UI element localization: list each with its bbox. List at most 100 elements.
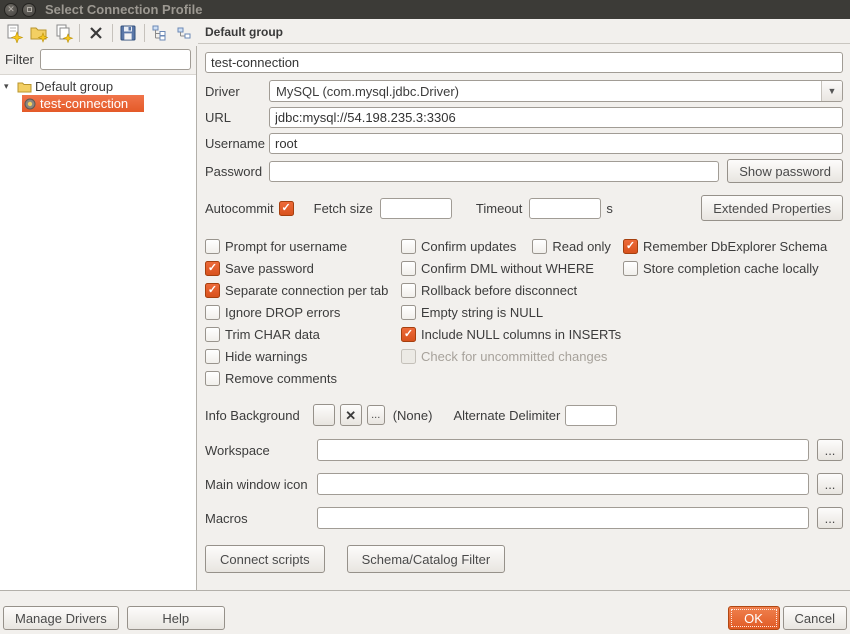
url-input[interactable]: [269, 107, 843, 128]
group-header: Default group: [198, 19, 850, 43]
checkbox-confirm-dml-without-where[interactable]: Confirm DML without WHERE: [401, 257, 623, 279]
workspace-input[interactable]: [317, 439, 809, 461]
password-input[interactable]: [269, 161, 719, 182]
new-profile-button[interactable]: [2, 21, 25, 44]
schema-catalog-filter-button[interactable]: Schema/Catalog Filter: [347, 545, 506, 573]
main-window-icon-input[interactable]: [317, 473, 809, 495]
checkbox-icon: [532, 239, 547, 254]
driver-select[interactable]: MySQL (com.mysql.jdbc.Driver) ▼: [269, 80, 843, 102]
tree-group-label: Default group: [35, 79, 113, 94]
close-button[interactable]: ✕: [4, 3, 18, 17]
checkbox-store-completion-cache[interactable]: Store completion cache locally: [623, 257, 843, 279]
main-window-icon-row: Main window icon ...: [205, 473, 843, 495]
profile-icon: [24, 98, 36, 110]
main-window-icon-browse-button[interactable]: ...: [817, 473, 843, 495]
fetch-size-label: Fetch size: [314, 201, 373, 216]
checkbox-prompt-for-username[interactable]: Prompt for username: [205, 235, 401, 257]
checkbox-rollback-before-disconnect[interactable]: Rollback before disconnect: [401, 279, 623, 301]
checkbox-read-only[interactable]: Read only: [532, 235, 611, 257]
workspace-browse-button[interactable]: ...: [817, 439, 843, 461]
window-title: Select Connection Profile: [45, 2, 202, 17]
delete-profile-button[interactable]: [84, 21, 107, 44]
checkbox-save-password[interactable]: Save password: [205, 257, 401, 279]
folder-icon: [17, 81, 32, 93]
username-label: Username: [205, 136, 269, 151]
filter-input[interactable]: [40, 49, 191, 70]
password-row: Password Show password: [205, 159, 843, 183]
copy-profile-button[interactable]: [52, 21, 75, 44]
chevron-down-icon[interactable]: ▼: [821, 81, 842, 101]
timeout-input[interactable]: [529, 198, 601, 219]
autocommit-label: Autocommit: [205, 201, 274, 216]
checkbox-include-null-columns[interactable]: Include NULL columns in INSERTs: [401, 323, 623, 345]
checkbox-icon: [205, 371, 220, 386]
checkbox-trim-char-data[interactable]: Trim CHAR data: [205, 323, 401, 345]
checkbox-icon: [205, 261, 220, 276]
ok-button[interactable]: OK: [728, 606, 780, 630]
checkbox-ignore-drop-errors[interactable]: Ignore DROP errors: [205, 301, 401, 323]
maximize-button[interactable]: [22, 3, 36, 17]
filter-row: Filter: [0, 46, 196, 74]
show-password-button[interactable]: Show password: [727, 159, 843, 183]
delete-icon: [87, 24, 105, 42]
new-group-button[interactable]: [27, 21, 50, 44]
tree-item-test-connection[interactable]: test-connection: [0, 95, 196, 112]
driver-value: MySQL (com.mysql.jdbc.Driver): [270, 84, 821, 99]
dialog-footer: Manage Drivers Help OK Cancel: [0, 590, 850, 634]
driver-label: Driver: [205, 84, 269, 99]
toolbar-separator: [79, 24, 80, 42]
alternate-delimiter-input[interactable]: [565, 405, 617, 426]
collapse-all-icon: [176, 24, 194, 42]
timeout-label: Timeout: [476, 201, 522, 216]
macros-browse-button[interactable]: ...: [817, 507, 843, 529]
checkbox-icon: [401, 283, 416, 298]
checkbox-empty-string-is-null[interactable]: Empty string is NULL: [401, 301, 623, 323]
url-row: URL: [205, 107, 843, 128]
expand-groups-button[interactable]: [149, 21, 172, 44]
tree-item-label: test-connection: [40, 96, 128, 111]
profile-tree: ▾ Default group test-connection: [0, 74, 196, 590]
username-row: Username: [205, 133, 843, 154]
main-window-icon-label: Main window icon: [205, 477, 313, 492]
autocommit-checkbox[interactable]: Autocommit: [205, 197, 294, 219]
alternate-delimiter-label: Alternate Delimiter: [453, 408, 560, 423]
checkbox-confirm-updates[interactable]: Confirm updates: [401, 235, 516, 257]
toolbar-separator: [112, 24, 113, 42]
checkbox-remove-comments[interactable]: Remove comments: [205, 367, 401, 389]
fetch-size-input[interactable]: [380, 198, 452, 219]
checkbox-hide-warnings[interactable]: Hide warnings: [205, 345, 401, 367]
close-icon: ✕: [7, 5, 15, 14]
clear-color-button[interactable]: ✕: [340, 404, 362, 426]
info-background-color-swatch[interactable]: [313, 404, 335, 426]
info-background-label: Info Background: [205, 408, 300, 423]
driver-row: Driver MySQL (com.mysql.jdbc.Driver) ▼: [205, 80, 843, 102]
cancel-button[interactable]: Cancel: [783, 606, 847, 630]
new-group-icon: [29, 23, 49, 43]
connect-scripts-button[interactable]: Connect scripts: [205, 545, 325, 573]
checkbox-icon: [279, 201, 294, 216]
extended-properties-button[interactable]: Extended Properties: [701, 195, 843, 221]
macros-row: Macros ...: [205, 507, 843, 529]
save-button[interactable]: [117, 21, 140, 44]
url-label: URL: [205, 110, 269, 125]
info-background-row: Info Background ✕ ... (None) Alternate D…: [205, 403, 843, 427]
macros-input[interactable]: [317, 507, 809, 529]
checkbox-remember-dbexplorer-schema[interactable]: Remember DbExplorer Schema: [623, 235, 843, 257]
expander-icon[interactable]: ▾: [4, 81, 14, 92]
info-background-browse-button[interactable]: ...: [367, 405, 385, 425]
profile-name-input[interactable]: [205, 52, 843, 73]
username-input[interactable]: [269, 133, 843, 154]
help-button[interactable]: Help: [127, 606, 225, 630]
macros-label: Macros: [205, 511, 313, 526]
timeout-unit: s: [606, 201, 613, 216]
collapse-groups-button[interactable]: [174, 21, 197, 44]
toolbar: [0, 19, 197, 46]
info-background-value: (None): [393, 408, 433, 423]
manage-drivers-button[interactable]: Manage Drivers: [3, 606, 119, 630]
connection-profile-dialog: ✕ Select Connection Profile: [0, 0, 850, 634]
checkbox-separate-connection-per-tab[interactable]: Separate connection per tab: [205, 279, 401, 301]
checkbox-icon: [401, 349, 416, 364]
tree-group-default[interactable]: ▾ Default group: [0, 78, 196, 95]
checkbox-icon: [401, 305, 416, 320]
checkbox-icon: [401, 327, 416, 342]
